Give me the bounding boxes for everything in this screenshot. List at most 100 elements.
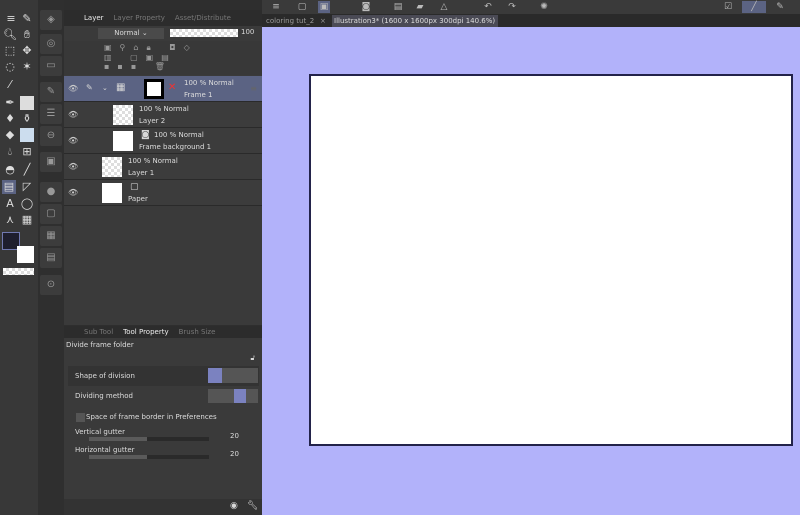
layer-thumbnail [113, 131, 133, 151]
zoom-icon[interactable]: 🔍︎ [3, 28, 17, 42]
pen-icon[interactable]: ✎ [20, 12, 34, 26]
navigator-icon[interactable]: ◎ [40, 34, 62, 54]
layer-row-frame-background-1[interactable]: 👁︎ ◙ 100 % Normal Frame background 1 [64, 128, 263, 154]
brush-size-icon[interactable]: ⊖ [40, 126, 62, 146]
text-icon[interactable]: A [3, 197, 17, 211]
material-icon[interactable]: ▣ [40, 152, 62, 172]
close-icon[interactable]: · [488, 17, 490, 25]
frame-border-icon[interactable]: ▤ [2, 180, 16, 194]
menu-icon[interactable]: ≡ [4, 12, 18, 26]
info-icon[interactable]: ▭ [40, 56, 62, 76]
fill-layer-icon: ◙ [141, 130, 150, 140]
magic-wand-icon[interactable]: ✶ [20, 60, 34, 74]
lasso-icon[interactable]: ◌ [3, 60, 17, 74]
warning-icon[interactable]: △ [438, 1, 450, 13]
eye-icon[interactable]: 👁︎ [68, 136, 78, 145]
tool-name: Divide frame folder [66, 341, 134, 349]
tab-layer-property[interactable]: Layer Property [114, 14, 165, 22]
menu-icon[interactable]: ≡ [270, 1, 282, 13]
eye-icon[interactable]: 👁︎ [68, 188, 78, 197]
layer-row-paper[interactable]: 👁︎ ▢ Paper [64, 180, 263, 206]
folder-icon[interactable]: ▰ [414, 1, 426, 13]
doc-tab-illustration3[interactable]: Illustration3* (1600 x 1600px 300dpi 140… [332, 15, 498, 27]
open-icon[interactable]: ▣ [318, 1, 330, 13]
chevron-down-icon[interactable]: ⌄ [102, 84, 108, 92]
close-icon[interactable]: × [320, 17, 326, 25]
drag-handle-icon[interactable]: ≡ [250, 84, 257, 93]
brush-icon[interactable]: ♦ [3, 112, 17, 126]
eraser-icon[interactable]: ◆ [3, 128, 17, 142]
sub-color-swatch[interactable] [17, 246, 34, 263]
layer-info: 100 % Normal [128, 157, 178, 165]
layer-thumbnail [144, 79, 164, 99]
transparent-color-swatch[interactable] [3, 268, 34, 275]
mask-disabled-icon: ✕ [168, 82, 177, 93]
eye-icon[interactable]: 👁︎ [68, 110, 78, 119]
ruler-icon[interactable]: ◸ [20, 180, 34, 194]
horizontal-gutter-slider[interactable] [89, 455, 209, 459]
grid-icon[interactable]: ⊞ [20, 145, 34, 159]
tab-layer[interactable]: Layer [84, 14, 104, 22]
color-set-icon[interactable]: ▢ [40, 204, 62, 224]
new-icon[interactable]: ▢ [296, 1, 308, 13]
tool-palette: ≡ ✎ 🔍︎ ✋︎ ⬚ ✥ ◌ ✶ ⁄ ✒ ♦ ⚱ ◆ 💧︎ ⊞ ◓ ╱ ▤ ◸… [0, 0, 38, 515]
airbrush-icon[interactable]: ⚱ [20, 112, 34, 126]
color-icon[interactable]: ● [40, 182, 62, 202]
undo-icon[interactable]: ↶ [482, 1, 494, 13]
blend-icon[interactable]: 💧︎ [3, 145, 17, 159]
blend-mode-select[interactable]: Normal ⌄ [98, 28, 164, 39]
loading-icon[interactable]: ✺ [538, 1, 550, 13]
paper-icon: ▢ [130, 182, 139, 192]
blend-mode-value: Normal [114, 29, 140, 37]
doc-tab-coloring[interactable]: coloring tut_2 [266, 17, 314, 25]
history-icon[interactable]: ▦ [40, 226, 62, 246]
horizontal-gutter-value[interactable]: 20 [230, 450, 239, 458]
canvas-paper[interactable] [309, 74, 793, 446]
layer-row-frame-1[interactable]: 👁︎ ✎ ⌄ ▦ ✕ 100 % Normal Frame 1 ≡ [64, 76, 263, 102]
dividing-method-select[interactable] [208, 389, 258, 403]
wrench-icon[interactable]: 🔧︎ [247, 501, 258, 511]
move-icon[interactable]: ✥ [20, 44, 34, 58]
vertical-gutter-value[interactable]: 20 [230, 432, 239, 440]
approximate-color-icon[interactable]: ▤ [40, 248, 62, 268]
subtool-icon[interactable]: ✎ [40, 82, 62, 102]
pen-tool-icon[interactable]: ✒ [3, 96, 17, 110]
search-layer-icon[interactable]: ⊙ [40, 275, 62, 295]
check-icon[interactable]: ☑ [722, 1, 734, 13]
eye-icon[interactable]: 👁︎ [68, 84, 78, 93]
tab-brush-size[interactable]: Brush Size [179, 328, 216, 336]
texture-icon[interactable] [20, 128, 34, 142]
object-icon[interactable]: ⬚ [3, 44, 17, 58]
palette-bar: ◈ ◎ ▭ ✎ ☰ ⊖ ▣ ● ▢ ▦ ▤ ⊙ [38, 0, 64, 515]
layer-row-layer-1[interactable]: 👁︎ 100 % Normal Layer 1 [64, 154, 263, 180]
save-icon[interactable]: ◙ [360, 1, 372, 13]
tool-property-icon[interactable]: ☰ [40, 104, 62, 124]
lock-icon[interactable]: 🔓︎ [250, 354, 255, 363]
layer-info: 100 % Normal [184, 79, 234, 87]
tab-asset[interactable]: Asset/Distribute [175, 14, 231, 22]
balloon-icon[interactable]: ◯ [20, 197, 34, 211]
eye-icon[interactable]: 👁︎ [68, 162, 78, 171]
correct-line-icon[interactable]: ⋏ [3, 213, 17, 227]
shape-of-division-select[interactable] [208, 368, 258, 383]
layer-panel-icon[interactable]: ◈ [40, 10, 62, 30]
layer-row-layer-2[interactable]: 👁︎ 100 % Normal Layer 2 [64, 102, 263, 128]
opacity-slider[interactable] [170, 29, 238, 37]
fill-icon[interactable]: ◓ [3, 163, 17, 177]
line-icon[interactable]: ╱ [20, 163, 34, 177]
layer-name: Layer 2 [139, 117, 166, 125]
redo-icon[interactable]: ↷ [506, 1, 518, 13]
initialize-icon[interactable]: ◉ [230, 501, 238, 511]
export-icon[interactable]: ▤ [392, 1, 404, 13]
opacity-value[interactable]: 100 [241, 28, 254, 36]
tab-sub-tool[interactable]: Sub Tool [84, 328, 113, 336]
gradient-icon[interactable]: ▦ [20, 213, 34, 227]
eyedropper-icon[interactable]: ⁄ [3, 78, 17, 92]
decoration-icon[interactable] [20, 96, 34, 110]
brush-toggle-icon[interactable]: ╱ [742, 1, 766, 13]
edit-icon[interactable]: ✎ [774, 1, 786, 13]
vertical-gutter-slider[interactable] [89, 437, 209, 441]
hand-icon[interactable]: ✋︎ [20, 28, 34, 42]
tab-tool-property[interactable]: Tool Property [123, 328, 168, 336]
space-checkbox[interactable] [76, 413, 85, 422]
